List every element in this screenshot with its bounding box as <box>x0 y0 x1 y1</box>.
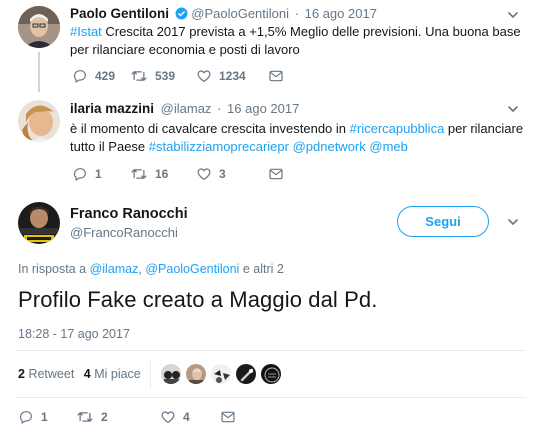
reply-button[interactable]: 1 <box>72 166 130 182</box>
liker-avatar[interactable] <box>160 363 182 385</box>
like-count: 3 <box>219 167 226 181</box>
separator: · <box>294 6 299 21</box>
user-name[interactable]: Franco Ranocchi <box>70 206 188 222</box>
mention-link[interactable]: @PaoloGentiloni <box>145 262 239 276</box>
avatar-image <box>18 100 60 142</box>
main-actions: 1 2 4 <box>18 409 236 425</box>
reply-button[interactable]: 1 <box>18 409 76 425</box>
retweet-icon <box>131 169 147 179</box>
chevron-down-icon[interactable] <box>506 102 520 116</box>
like-icon <box>197 168 211 180</box>
tweet-text-line: Crescita 2017 prevista a +1,5% Meglio de… <box>101 24 521 39</box>
tweet-date[interactable]: 16 ago 2017 <box>305 6 377 21</box>
avatar-image <box>18 6 60 48</box>
retweet-stat-label: Retweet <box>28 367 75 381</box>
retweet-button[interactable]: 539 <box>130 68 196 84</box>
tweet-text-line: tutto il Paese <box>70 139 149 154</box>
like-icon <box>161 411 175 423</box>
divider <box>16 350 526 351</box>
hashtag-link[interactable]: #Istat <box>70 24 102 39</box>
reply-count: 1 <box>41 410 48 424</box>
dm-icon <box>221 411 235 423</box>
like-count: 1234 <box>219 69 246 83</box>
retweet-count: 539 <box>155 69 176 83</box>
mention-link[interactable]: @pdnetwork <box>293 139 366 154</box>
tweet2-header: ilaria mazzini @ilamaz · 16 ago 2017 <box>70 101 299 116</box>
avatar-paolo-gentiloni[interactable] <box>18 6 60 48</box>
chevron-down-icon[interactable] <box>506 8 520 22</box>
reply-suffix: e altri 2 <box>239 262 284 276</box>
like-button[interactable]: 3 <box>196 166 268 182</box>
tweet1-text: #Istat Crescita 2017 prevista a +1,5% Me… <box>70 23 532 59</box>
user-handle[interactable]: @FrancoRanocchi <box>70 225 178 240</box>
retweet-icon <box>77 412 93 422</box>
reply-icon <box>19 411 32 424</box>
user-name[interactable]: Paolo Gentiloni <box>70 6 169 21</box>
like-icon <box>197 70 211 82</box>
like-button[interactable]: 1234 <box>196 68 268 84</box>
tweet2-actions: 1 16 3 <box>72 166 284 182</box>
thread-line <box>38 52 40 92</box>
hashtag-link[interactable]: #ricercapubblica <box>350 121 445 136</box>
reply-prefix: In risposta a <box>18 262 90 276</box>
liker-avatar[interactable] <box>185 363 207 385</box>
tweet-text-line: è il momento di cavalcare crescita inves… <box>70 121 350 136</box>
dm-button[interactable] <box>268 68 284 84</box>
like-stat-label: Mi piace <box>94 367 141 381</box>
hashtag-link[interactable]: #stabilizziamoprecariepr <box>149 139 289 154</box>
liker-avatar[interactable] <box>210 363 232 385</box>
retweet-icon <box>131 71 147 81</box>
dm-button[interactable] <box>220 409 236 425</box>
stats-divider <box>150 359 151 389</box>
tweet1-header: Paolo Gentiloni @PaoloGentiloni · 16 ago… <box>70 6 377 23</box>
chevron-down-icon[interactable] <box>506 215 520 229</box>
reply-context: In risposta a @ilamaz, @PaoloGentiloni e… <box>18 262 284 276</box>
retweet-button[interactable]: 2 <box>76 409 160 425</box>
avatar-franco-ranocchi[interactable] <box>18 202 60 244</box>
separator: · <box>217 101 222 116</box>
avatar-ilaria-mazzini[interactable] <box>18 100 60 142</box>
dm-icon <box>269 168 283 180</box>
reply-icon <box>73 70 86 83</box>
mention-link[interactable]: @meb <box>369 139 408 154</box>
tweet-timestamp[interactable]: 18:28 - 17 ago 2017 <box>18 327 130 341</box>
user-handle[interactable]: @PaoloGentiloni <box>191 6 289 21</box>
retweet-stat[interactable]: 2 Retweet <box>18 367 74 381</box>
like-stat[interactable]: 4 Mi piace <box>84 367 141 381</box>
liker-avatar[interactable] <box>260 363 282 385</box>
avatar-image <box>18 202 60 244</box>
dm-icon <box>269 70 283 82</box>
user-handle[interactable]: @ilamaz <box>161 101 212 116</box>
divider <box>16 397 526 398</box>
follow-button[interactable]: Segui <box>397 206 489 237</box>
tweet2-text: è il momento di cavalcare crescita inves… <box>70 120 532 156</box>
retweet-count: 16 <box>155 167 169 181</box>
like-count: 4 <box>183 410 190 424</box>
tweet1-actions: 429 539 1234 <box>72 68 284 84</box>
like-stat-count: 4 <box>83 367 91 381</box>
main-author-name: Franco Ranocchi <box>70 206 188 222</box>
reply-count: 1 <box>95 167 102 181</box>
liker-avatar[interactable] <box>235 363 257 385</box>
reply-button[interactable]: 429 <box>72 68 130 84</box>
tweet-text-line: per rilanciare <box>444 121 524 136</box>
like-button[interactable]: 4 <box>160 409 220 425</box>
retweet-count: 2 <box>101 410 108 424</box>
engagement-stats: 2 Retweet 4 Mi piace <box>18 367 141 381</box>
follow-button-label: Segui <box>425 214 461 229</box>
retweet-stat-count: 2 <box>18 367 25 381</box>
dm-button[interactable] <box>268 166 284 182</box>
reply-icon <box>73 168 86 181</box>
tweet-date[interactable]: 16 ago 2017 <box>227 101 299 116</box>
user-name[interactable]: ilaria mazzini <box>70 101 154 116</box>
main-tweet-text: Profilo Fake creato a Maggio dal Pd. <box>18 287 378 312</box>
verified-icon <box>175 7 188 23</box>
tweet-text-line: per rilanciare economia e posti di lavor… <box>70 42 300 57</box>
mention-link[interactable]: @ilamaz <box>90 262 139 276</box>
reply-count: 429 <box>95 69 116 83</box>
retweet-button[interactable]: 16 <box>130 166 196 182</box>
